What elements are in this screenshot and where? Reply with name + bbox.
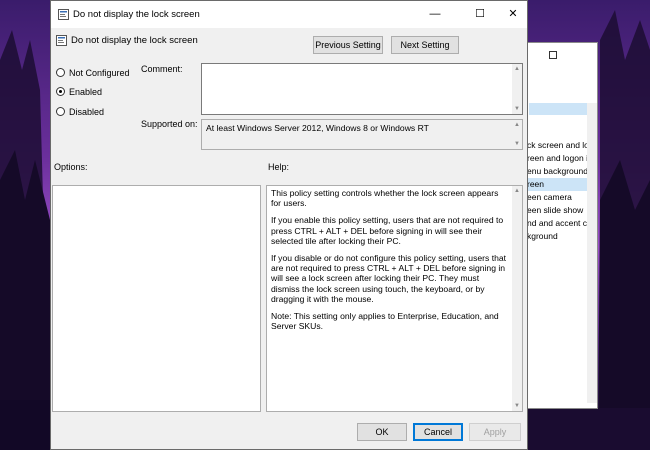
help-paragraph: If you enable this policy setting, users… <box>271 215 504 246</box>
help-paragraph: If you disable or do not configure this … <box>271 253 507 304</box>
close-icon[interactable]: ✕ <box>504 6 522 22</box>
radio-not-configured[interactable]: Not Configured <box>56 66 130 79</box>
scroll-up-icon[interactable]: ▲ <box>512 120 522 130</box>
minimize-icon[interactable]: — <box>426 6 444 22</box>
background-selection-highlight <box>529 103 595 115</box>
options-pane[interactable] <box>52 185 261 412</box>
supported-on-field: At least Windows Server 2012, Windows 8 … <box>201 119 523 150</box>
maximize-icon[interactable] <box>549 51 557 59</box>
scroll-up-icon[interactable]: ▲ <box>512 64 522 74</box>
radio-enabled[interactable]: Enabled <box>56 85 102 98</box>
options-label: Options: <box>54 162 88 172</box>
help-pane[interactable]: This policy setting controls whether the… <box>266 185 523 412</box>
window-title: Do not display the lock screen <box>73 9 200 20</box>
previous-setting-button[interactable]: Previous Setting <box>313 36 383 54</box>
radio-label: Not Configured <box>69 67 130 78</box>
help-label: Help: <box>268 162 290 172</box>
title-bar[interactable]: Do not display the lock screen — ☐ ✕ <box>51 1 527 28</box>
scroll-down-icon[interactable]: ▼ <box>512 139 522 149</box>
scroll-up-icon[interactable]: ▲ <box>512 186 522 196</box>
radio-disabled[interactable]: Disabled <box>56 105 104 118</box>
radio-icon[interactable] <box>56 87 65 96</box>
help-paragraph: This policy setting controls whether the… <box>271 188 499 209</box>
supported-on-label: Supported on: <box>141 119 198 129</box>
policy-icon <box>58 9 69 20</box>
help-text: This policy setting controls whether the… <box>271 188 508 338</box>
policy-icon <box>56 35 67 46</box>
radio-icon[interactable] <box>56 68 65 77</box>
background-scrollbar[interactable] <box>587 103 597 403</box>
supported-on-value: At least Windows Server 2012, Windows 8 … <box>206 123 429 133</box>
radio-icon[interactable] <box>56 107 65 116</box>
ok-button[interactable]: OK <box>357 423 407 441</box>
supported-scrollbar[interactable]: ▲ ▼ <box>512 120 522 149</box>
radio-label: Disabled <box>69 106 105 117</box>
help-paragraph: Note: This setting only applies to Enter… <box>271 311 499 332</box>
maximize-icon[interactable]: ☐ <box>471 6 489 22</box>
scroll-down-icon[interactable]: ▼ <box>512 401 522 411</box>
cancel-button[interactable]: Cancel <box>413 423 463 441</box>
apply-button[interactable]: Apply <box>469 423 521 441</box>
help-scrollbar[interactable]: ▲ ▼ <box>512 186 522 411</box>
comment-label: Comment: <box>141 64 183 74</box>
policy-dialog: Do not display the lock screen — ☐ ✕ Do … <box>50 0 528 450</box>
comment-scrollbar[interactable]: ▲ ▼ <box>512 64 522 114</box>
scroll-down-icon[interactable]: ▼ <box>512 104 522 114</box>
next-setting-button[interactable]: Next Setting <box>391 36 459 54</box>
radio-label: Enabled <box>69 86 103 97</box>
comment-field[interactable]: ▲ ▼ <box>201 63 523 115</box>
setting-title: Do not display the lock screen <box>71 35 198 46</box>
